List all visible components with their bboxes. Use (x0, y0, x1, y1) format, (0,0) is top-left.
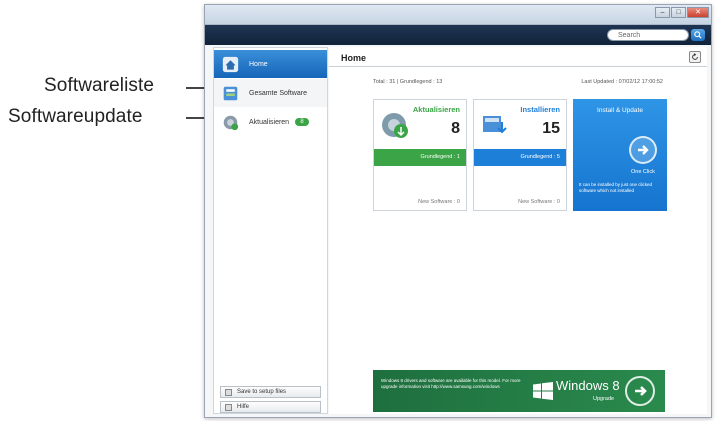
windows-logo-icon (533, 382, 553, 400)
update-card-icon (382, 113, 408, 138)
banner-subtitle: Upgrade (593, 396, 615, 402)
sidebar-item-label: Gesamte Software (249, 89, 307, 97)
window-controls: – □ ✕ (655, 7, 709, 18)
update-card-new-software: New Software : 0 (418, 199, 460, 205)
banner-text: Windows 8 drivers and software are avail… (381, 378, 521, 389)
save-icon (225, 389, 232, 396)
install-card[interactable]: Installieren 15 Grundlegend : 5 New Soft… (473, 99, 567, 211)
banner-arrow-icon[interactable] (625, 376, 655, 406)
sidebar-item-all-software[interactable]: Gesamte Software (214, 79, 327, 107)
one-click-card[interactable]: Install & Update One Click It can be ins… (573, 99, 667, 211)
minimize-button[interactable]: – (655, 7, 670, 18)
update-icon (223, 115, 239, 130)
callout-software-update: Softwareupdate (8, 106, 143, 127)
search-icon (694, 31, 702, 39)
title-bar: – □ ✕ (205, 5, 711, 25)
one-click-label: One Click (631, 169, 655, 175)
close-button[interactable]: ✕ (687, 7, 709, 18)
install-card-basic: Grundlegend : 5 (474, 149, 566, 166)
home-icon (222, 56, 239, 72)
page-title: Home (341, 53, 367, 63)
last-updated-text: Last Updated : 07/02/12 17:00:52 (581, 79, 663, 85)
update-card-basic: Grundlegend : 1 (374, 149, 466, 166)
help-label: Hilfe (237, 404, 250, 410)
update-card[interactable]: Aktualisieren 8 Grundlegend : 1 New Soft… (373, 99, 467, 211)
install-card-icon (483, 116, 507, 134)
install-card-title: Installieren (520, 105, 560, 114)
update-card-count: 8 (451, 120, 460, 137)
callout-software-list: Softwareliste (44, 75, 155, 96)
update-card-title: Aktualisieren (412, 105, 460, 114)
install-card-new-software: New Software : 0 (518, 199, 560, 205)
sidebar-item-label: Aktualisieren (249, 118, 290, 126)
save-setup-files-button[interactable]: Save to setup files (220, 386, 321, 398)
search-button[interactable] (691, 29, 705, 41)
maximize-button[interactable]: □ (671, 7, 686, 18)
one-click-description: It can be installed by just one clicked … (579, 182, 653, 193)
banner-brand: Windows 8 (556, 378, 620, 393)
search-input[interactable]: Search (607, 29, 689, 41)
save-setup-files-label: Save to setup files (237, 389, 287, 395)
main-panel: Home Total : 31 | Grundlegend : 13 Last … (329, 47, 707, 414)
install-card-count: 15 (542, 120, 560, 137)
help-button[interactable]: Hilfe (220, 401, 321, 413)
update-count-badge: 8 (295, 118, 310, 126)
refresh-icon (692, 53, 698, 60)
app-window: – □ ✕ Search Home Gesamte Software Aktua… (204, 4, 712, 418)
sidebar-item-home[interactable]: Home (214, 50, 327, 78)
main-header: Home (329, 47, 707, 67)
windows8-banner[interactable]: Windows 8 drivers and software are avail… (373, 370, 665, 412)
one-click-card-title: Install & Update (597, 107, 643, 114)
total-count-text: Total : 31 | Grundlegend : 13 (373, 79, 443, 85)
help-icon (225, 404, 232, 411)
sidebar-item-update[interactable]: Aktualisieren 8 (214, 108, 327, 136)
refresh-button[interactable] (689, 51, 701, 63)
sidebar: Home Gesamte Software Aktualisieren 8 Sa… (213, 47, 328, 414)
software-list-icon (223, 86, 238, 100)
top-bar: Search (205, 25, 711, 45)
one-click-arrow-icon (629, 136, 657, 164)
sidebar-item-label: Home (249, 60, 268, 68)
